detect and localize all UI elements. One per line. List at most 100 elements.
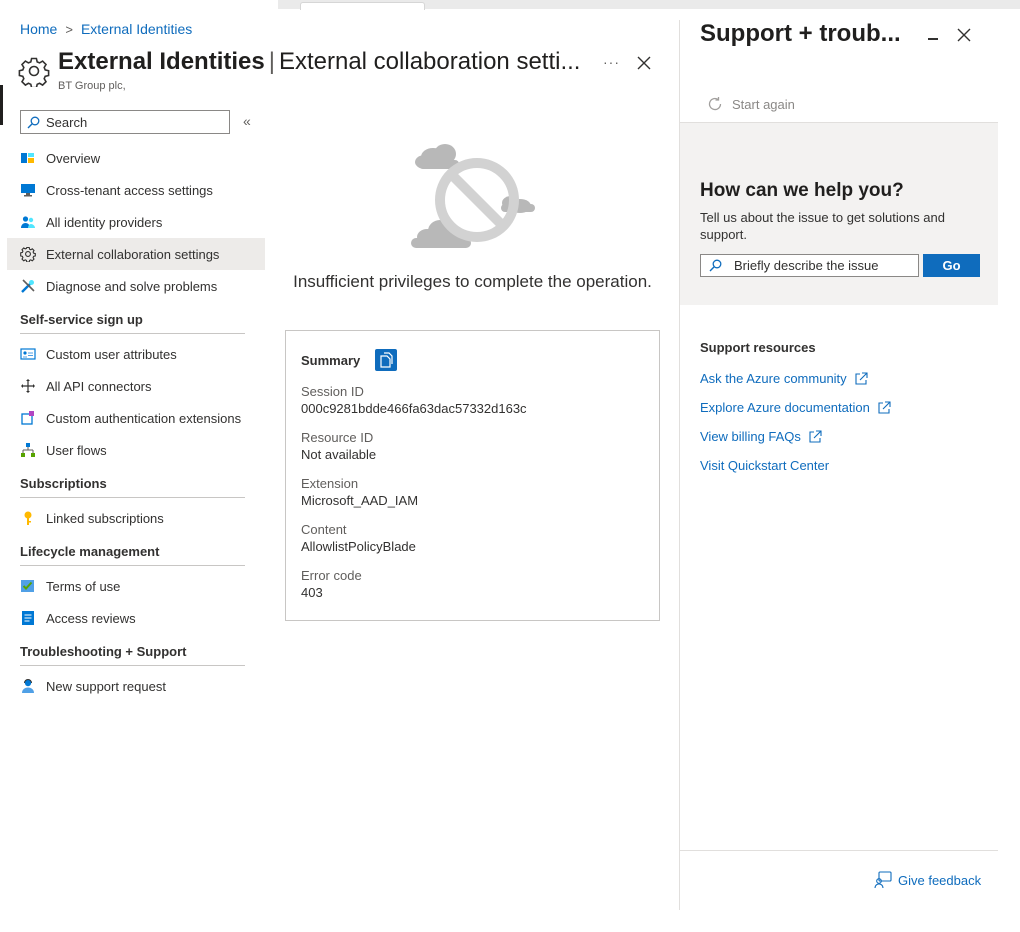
sidebar-item-overview[interactable]: Overview	[7, 142, 265, 174]
field-error-code: Error code 403	[301, 567, 644, 601]
sidebar-item-user-flows[interactable]: User flows	[7, 434, 265, 466]
link-azure-community[interactable]: Ask the Azure community	[700, 364, 891, 393]
no-access-illustration	[411, 144, 535, 248]
field-extension: Extension Microsoft_AAD_IAM	[301, 475, 644, 509]
field-value: Not available	[301, 447, 377, 462]
section-troubleshooting: Troubleshooting + Support	[20, 634, 245, 666]
sidebar-item-cross-tenant[interactable]: Cross-tenant access settings	[7, 174, 265, 206]
feedback-divider	[680, 850, 998, 851]
close-icon[interactable]	[956, 27, 972, 43]
support-person-icon	[20, 678, 36, 694]
support-panel-title: Support + troub...	[700, 20, 901, 47]
search-box[interactable]	[20, 110, 230, 134]
sidebar-item-custom-attributes[interactable]: Custom user attributes	[7, 338, 265, 370]
field-value: 000c9281bdde466fa63dac57332d163c	[301, 401, 527, 416]
field-session-id: Session ID 000c9281bdde466fa63dac57332d1…	[301, 383, 644, 417]
help-title: How can we help you?	[700, 180, 904, 201]
sidebar-item-label: Diagnose and solve problems	[46, 278, 218, 294]
sidebar-item-terms-of-use[interactable]: Terms of use	[7, 570, 265, 602]
error-message: Insufficient privileges to complete the …	[293, 272, 652, 291]
sidebar-item-access-reviews[interactable]: Access reviews	[7, 602, 265, 634]
sidebar-item-api-connectors[interactable]: All API connectors	[7, 370, 265, 402]
id-card-icon	[20, 346, 36, 362]
sidebar-item-new-support-request[interactable]: New support request	[7, 670, 265, 702]
link-quickstart-center[interactable]: Visit Quickstart Center	[700, 451, 891, 480]
sidebar-item-label: Custom user attributes	[46, 346, 177, 362]
link-label: Explore Azure documentation	[700, 400, 870, 415]
checklist-icon	[20, 578, 36, 594]
help-description: Tell us about the issue to get solutions…	[700, 210, 945, 242]
field-value: Microsoft_AAD_IAM	[301, 493, 419, 508]
sidebar-item-diagnose[interactable]: Diagnose and solve problems	[7, 270, 265, 302]
flow-icon	[20, 442, 36, 458]
portal-top-tab[interactable]	[300, 2, 425, 10]
field-label: Resource ID	[301, 430, 374, 445]
breadcrumb-home-link[interactable]: Home	[20, 21, 57, 37]
search-icon	[27, 116, 40, 128]
sidebar-item-label: All API connectors	[46, 378, 152, 394]
link-label: View billing FAQs	[700, 429, 801, 444]
copy-summary-button[interactable]	[375, 349, 398, 371]
section-subscriptions: Subscriptions	[20, 466, 245, 498]
sidebar-item-linked-subscriptions[interactable]: Linked subscriptions	[7, 502, 265, 534]
copy-icon	[380, 352, 393, 368]
gear-icon	[18, 57, 50, 87]
breadcrumb: Home > External Identities	[20, 21, 192, 37]
connector-icon	[20, 378, 36, 394]
sidebar-item-label: Cross-tenant access settings	[46, 182, 213, 198]
sidebar-item-label: Custom authentication extensions	[46, 410, 242, 426]
sidebar-item-label: External collaboration settings	[46, 246, 220, 262]
field-content: Content AllowlistPolicyBlade	[301, 521, 644, 555]
refresh-icon	[708, 97, 722, 111]
sidebar-item-identity-providers[interactable]: All identity providers	[7, 206, 265, 238]
field-value: 403	[301, 585, 323, 600]
monitor-icon	[20, 182, 36, 198]
more-options-button[interactable]: ···	[603, 54, 620, 70]
sidebar-nav: Overview Cross-tenant access settings Al…	[7, 142, 265, 702]
sidebar-item-label: New support request	[46, 678, 166, 694]
search-input[interactable]	[46, 114, 216, 130]
go-button[interactable]: Go	[923, 254, 980, 277]
tenant-subtitle: BT Group plc,	[58, 80, 126, 92]
section-self-service: Self-service sign up	[20, 302, 245, 334]
sidebar-item-label: Overview	[46, 150, 101, 166]
key-icon	[20, 510, 36, 526]
error-summary-card: Summary Session ID 000c9281bdde466fa63da…	[285, 330, 660, 621]
minimize-icon[interactable]	[928, 28, 938, 42]
page-title-bold: External Identities	[58, 48, 265, 75]
field-label: Session ID	[301, 384, 364, 399]
collapse-menu-button[interactable]: «	[243, 113, 251, 129]
start-again-button[interactable]: Start again	[706, 95, 795, 113]
breadcrumb-current-link[interactable]: External Identities	[81, 21, 192, 37]
field-label: Error code	[301, 568, 362, 583]
sidebar-item-label: All identity providers	[46, 214, 163, 230]
overview-icon	[20, 150, 36, 166]
close-icon[interactable]	[636, 55, 652, 71]
breadcrumb-separator: >	[65, 21, 73, 37]
link-label: Ask the Azure community	[700, 371, 847, 386]
summary-title: Summary	[301, 352, 361, 368]
external-link-icon	[855, 371, 868, 385]
link-azure-documentation[interactable]: Explore Azure documentation	[700, 393, 891, 422]
summary-header: Summary	[301, 349, 644, 371]
start-again-label: Start again	[732, 96, 795, 112]
give-feedback-button[interactable]: Give feedback	[874, 871, 981, 889]
page-title: External Identities | External collaborati…	[58, 48, 580, 76]
left-edge-bar	[0, 85, 3, 125]
title-separator: |	[268, 48, 275, 75]
review-icon	[20, 610, 36, 626]
sidebar-item-label: Access reviews	[46, 610, 136, 626]
tools-icon	[20, 278, 36, 294]
issue-search-box[interactable]	[700, 254, 919, 277]
external-link-icon	[809, 429, 822, 443]
search-icon	[709, 259, 722, 272]
feedback-icon	[874, 871, 892, 889]
link-billing-faqs[interactable]: View billing FAQs	[700, 422, 891, 451]
sidebar-item-auth-extensions[interactable]: Custom authentication extensions	[7, 402, 265, 434]
users-icon	[20, 214, 36, 230]
sidebar-item-label: Terms of use	[46, 578, 121, 594]
help-box: How can we help you? Tell us about the i…	[680, 122, 998, 305]
feedback-label: Give feedback	[898, 872, 982, 888]
sidebar-item-external-collaboration[interactable]: External collaboration settings	[7, 238, 265, 270]
issue-input[interactable]	[734, 258, 914, 273]
